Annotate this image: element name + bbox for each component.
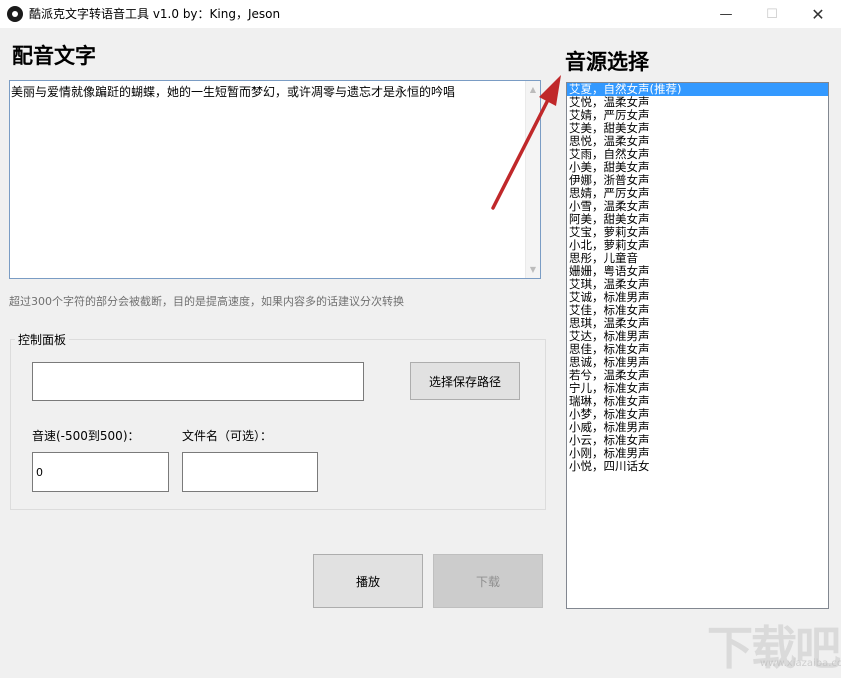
close-button[interactable]: ✕ — [795, 0, 841, 28]
choose-save-path-button[interactable]: 选择保存路径 — [410, 362, 520, 400]
minimize-button[interactable]: — — [703, 0, 749, 28]
speed-label: 音速(-500到500)： — [32, 429, 140, 443]
play-button[interactable]: 播放 — [313, 554, 423, 608]
app-logo-icon — [7, 6, 23, 22]
filename-label: 文件名（可选）： — [182, 429, 273, 443]
speed-input[interactable]: 0 — [32, 452, 169, 492]
scroll-up-icon[interactable]: ▲ — [526, 82, 540, 97]
voice-list[interactable]: 艾夏，自然女声(推荐) 艾悦，温柔女声 艾婧，严厉女声 艾美，甜美女声 思悦，温柔女声艾… — [566, 82, 829, 609]
download-button[interactable]: 下载 — [433, 554, 543, 608]
watermark-url: www.xiazaiba.com — [760, 658, 841, 669]
control-panel-legend: 控制面板 — [15, 331, 70, 348]
dubbing-text-value: 美丽与爱情就像蹁跹的蝴蝶，她的一生短暂而梦幻，或许凋零与遗忘才是永恒的吟唱 — [11, 85, 456, 99]
scroll-down-icon[interactable]: ▼ — [526, 262, 540, 277]
window-title: 酷派克文字转语音工具 v1.0 by：King，Jeson — [29, 7, 281, 21]
dubbing-text-heading: 配音文字 — [12, 44, 96, 68]
truncation-hint: 超过300个字符的部分会被截断，目的是提高速度，如果内容多的话建议分次转换 — [9, 295, 404, 308]
voice-source-heading: 音源选择 — [565, 50, 649, 74]
filename-input[interactable] — [182, 452, 318, 492]
text-scrollbar[interactable]: ▲ ▼ — [525, 81, 540, 278]
maximize-button[interactable]: ☐ — [749, 0, 795, 28]
dubbing-text-input[interactable]: 美丽与爱情就像蹁跹的蝴蝶，她的一生短暂而梦幻，或许凋零与遗忘才是永恒的吟唱 ▲ … — [9, 80, 541, 279]
title-bar: 酷派克文字转语音工具 v1.0 by：King，Jeson — ☐ ✕ — [0, 0, 841, 28]
save-path-input[interactable] — [32, 362, 364, 401]
voice-list-item[interactable]: 小悦，四川话女 — [567, 460, 828, 473]
